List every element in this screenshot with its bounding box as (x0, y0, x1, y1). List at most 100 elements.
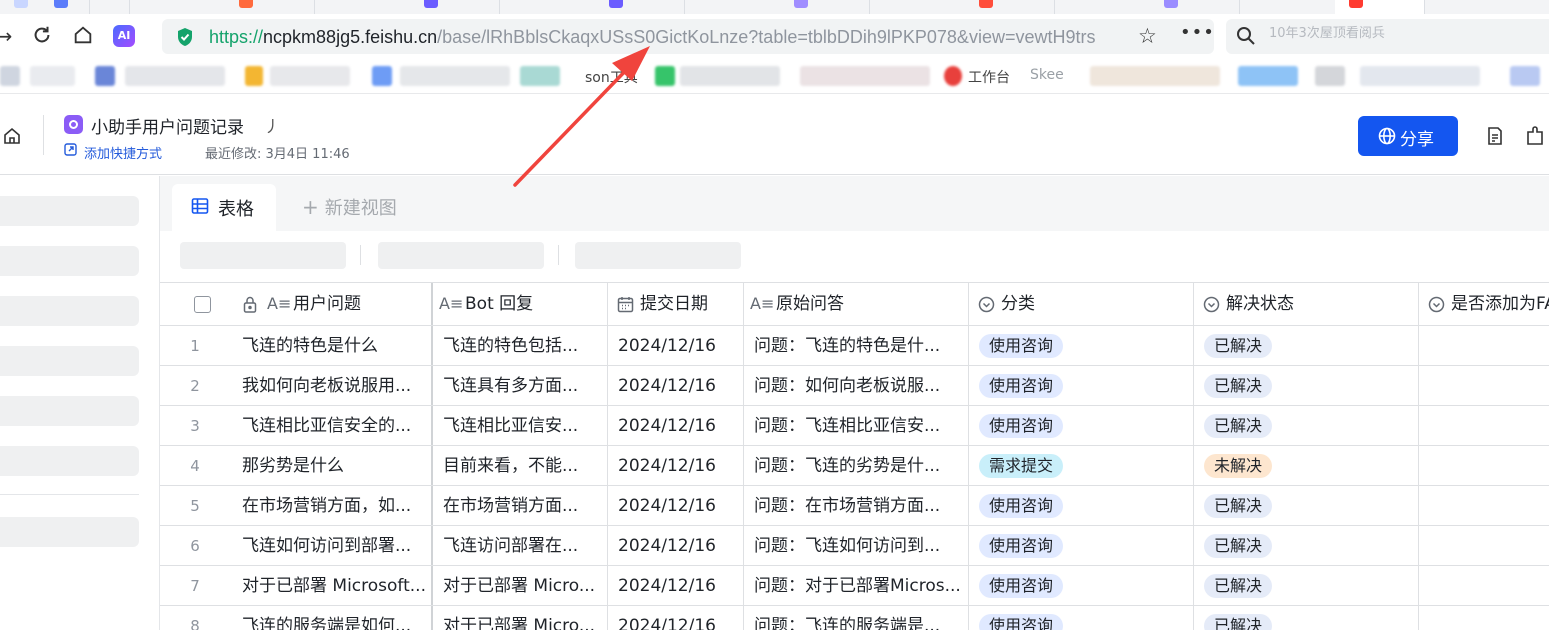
cell-raw[interactable]: 问题：飞连的服务端是... (744, 606, 969, 630)
cell-status[interactable]: 已解决 (1194, 326, 1419, 365)
bookmark-item[interactable] (655, 66, 675, 86)
cell-question[interactable]: 5 在市场营销方面，如... (160, 486, 433, 525)
bookmark-item[interactable] (1238, 66, 1298, 86)
cell-status[interactable]: 已解决 (1194, 566, 1419, 605)
bookmark-item[interactable] (944, 66, 962, 86)
browser-tab[interactable] (410, 0, 500, 14)
cell-faq[interactable] (1419, 606, 1549, 630)
column-header-bot-reply[interactable]: A≡ Bot 回复 (433, 283, 608, 325)
cell-question[interactable]: 4 那劣势是什么 (160, 446, 433, 485)
bookmark-item[interactable] (270, 66, 350, 86)
cell-date[interactable]: 2024/12/16 (608, 326, 744, 365)
cell-reply[interactable]: 对于已部署 Micro... (433, 606, 608, 630)
table-row[interactable]: 4 那劣势是什么 目前来看，不能... 2024/12/16 问题：飞连的劣势是什...… (160, 446, 1549, 486)
table-row[interactable]: 2 我如何向老板说服用... 飞连具有多方面... 2024/12/16 问题：如何向老… (160, 366, 1549, 406)
browser-tab[interactable] (1150, 0, 1240, 14)
home-icon[interactable] (71, 24, 95, 48)
bookmark-item[interactable] (1090, 66, 1220, 86)
extension-icon[interactable] (1526, 126, 1548, 146)
browser-tab[interactable] (225, 0, 315, 14)
bookmark-star-icon[interactable]: ☆ (1138, 24, 1157, 48)
cell-category[interactable]: 使用咨询 (969, 566, 1194, 605)
browser-tab[interactable] (40, 0, 130, 14)
tab-grid-view[interactable]: 表格 (172, 184, 276, 231)
bookmark-item[interactable] (95, 66, 115, 86)
cell-question[interactable]: 1 飞连的特色是什么 (160, 326, 433, 365)
cell-reply[interactable]: 飞连访问部署在... (433, 526, 608, 565)
cell-raw[interactable]: 问题：在市场营销方面... (744, 486, 969, 525)
cell-raw[interactable]: 问题：如何向老板说服... (744, 366, 969, 405)
bookmark-item[interactable] (800, 66, 930, 86)
select-all-checkbox[interactable] (194, 296, 211, 313)
bookmark-item[interactable] (1360, 66, 1480, 86)
column-header-user-question[interactable]: A≡ 用户问题 (160, 283, 433, 325)
cell-date[interactable]: 2024/12/16 (608, 446, 744, 485)
cell-reply[interactable]: 在市场营销方面... (433, 486, 608, 525)
bookmark-item[interactable] (245, 66, 263, 86)
cell-faq[interactable] (1419, 446, 1549, 485)
cell-status[interactable]: 已解决 (1194, 366, 1419, 405)
table-row[interactable]: 5 在市场营销方面，如... 在市场营销方面... 2024/12/16 问题：在市场营… (160, 486, 1549, 526)
reload-icon[interactable] (30, 24, 54, 48)
cell-faq[interactable] (1419, 406, 1549, 445)
cell-date[interactable]: 2024/12/16 (608, 606, 744, 630)
ai-assistant-icon[interactable]: AI (113, 25, 135, 47)
column-header-add-faq[interactable]: 是否添加为FA (1419, 283, 1549, 325)
cell-date[interactable]: 2024/12/16 (608, 566, 744, 605)
column-header-status[interactable]: 解决状态 (1194, 283, 1419, 325)
cell-status[interactable]: 已解决 (1194, 606, 1419, 630)
add-shortcut-link[interactable]: 添加快捷方式 (84, 143, 162, 162)
new-view-button[interactable]: + 新建视图 (302, 194, 397, 220)
cell-category[interactable]: 使用咨询 (969, 606, 1194, 630)
table-row[interactable]: 8 飞连的服务端是如何... 对于已部署 Micro... 2024/12/16 问题：… (160, 606, 1549, 630)
cell-reply[interactable]: 飞连具有多方面... (433, 366, 608, 405)
column-header-category[interactable]: 分类 (969, 283, 1194, 325)
cell-category[interactable]: 使用咨询 (969, 526, 1194, 565)
bookmark-item[interactable] (0, 66, 20, 86)
bookmark-item[interactable] (400, 66, 510, 86)
bookmark-item[interactable] (680, 66, 780, 86)
sidebar-item-placeholder[interactable] (0, 396, 139, 426)
cell-category[interactable]: 使用咨询 (969, 486, 1194, 525)
forward-icon[interactable]: → (0, 24, 16, 48)
browser-tab[interactable] (965, 0, 1055, 14)
pin-icon[interactable]: 丿 (264, 113, 280, 137)
table-row[interactable]: 1 飞连的特色是什么 飞连的特色包括... 2024/12/16 问题：飞连的特色是什.… (160, 326, 1549, 366)
cell-reply[interactable]: 目前来看，不能... (433, 446, 608, 485)
bookmark-item[interactable] (1315, 66, 1345, 86)
cell-status[interactable]: 未解决 (1194, 446, 1419, 485)
cell-faq[interactable] (1419, 486, 1549, 525)
bookmark-label[interactable]: son工具 (585, 67, 638, 87)
more-options-icon[interactable]: ••• (1180, 22, 1215, 43)
search-input[interactable]: 10年3次屋顶看阅兵 (1226, 19, 1549, 54)
sidebar-item-placeholder[interactable] (0, 517, 139, 547)
cell-category[interactable]: 需求提交 (969, 446, 1194, 485)
column-header-submit-date[interactable]: 提交日期 (608, 283, 744, 325)
browser-tab[interactable] (780, 0, 870, 14)
cell-category[interactable]: 使用咨询 (969, 326, 1194, 365)
sidebar-item-placeholder[interactable] (0, 196, 139, 226)
bookmark-item[interactable] (125, 66, 225, 86)
bookmark-item[interactable] (372, 66, 392, 86)
cell-status[interactable]: 已解决 (1194, 486, 1419, 525)
cell-question[interactable]: 7 对于已部署 Microsoft... (160, 566, 433, 605)
cell-reply[interactable]: 飞连的特色包括... (433, 326, 608, 365)
cell-reply[interactable]: 对于已部署 Micro... (433, 566, 608, 605)
cell-faq[interactable] (1419, 526, 1549, 565)
column-header-raw-qa[interactable]: A≡ 原始问答 (744, 283, 969, 325)
cell-category[interactable]: 使用咨询 (969, 406, 1194, 445)
cell-category[interactable]: 使用咨询 (969, 366, 1194, 405)
cell-date[interactable]: 2024/12/16 (608, 486, 744, 525)
cell-faq[interactable] (1419, 326, 1549, 365)
browser-tab-active[interactable] (1335, 0, 1425, 14)
toolbar-button-placeholder[interactable] (180, 242, 346, 269)
cell-raw[interactable]: 问题：飞连的特色是什... (744, 326, 969, 365)
share-button[interactable]: 分享 (1358, 116, 1458, 156)
cell-date[interactable]: 2024/12/16 (608, 366, 744, 405)
cell-reply[interactable]: 飞连相比亚信安... (433, 406, 608, 445)
bookmark-label[interactable]: 工作台 (968, 67, 1010, 87)
cell-faq[interactable] (1419, 366, 1549, 405)
cell-question[interactable]: 8 飞连的服务端是如何... (160, 606, 433, 630)
bookmark-item[interactable] (1510, 66, 1540, 86)
sidebar-item-placeholder[interactable] (0, 296, 139, 326)
